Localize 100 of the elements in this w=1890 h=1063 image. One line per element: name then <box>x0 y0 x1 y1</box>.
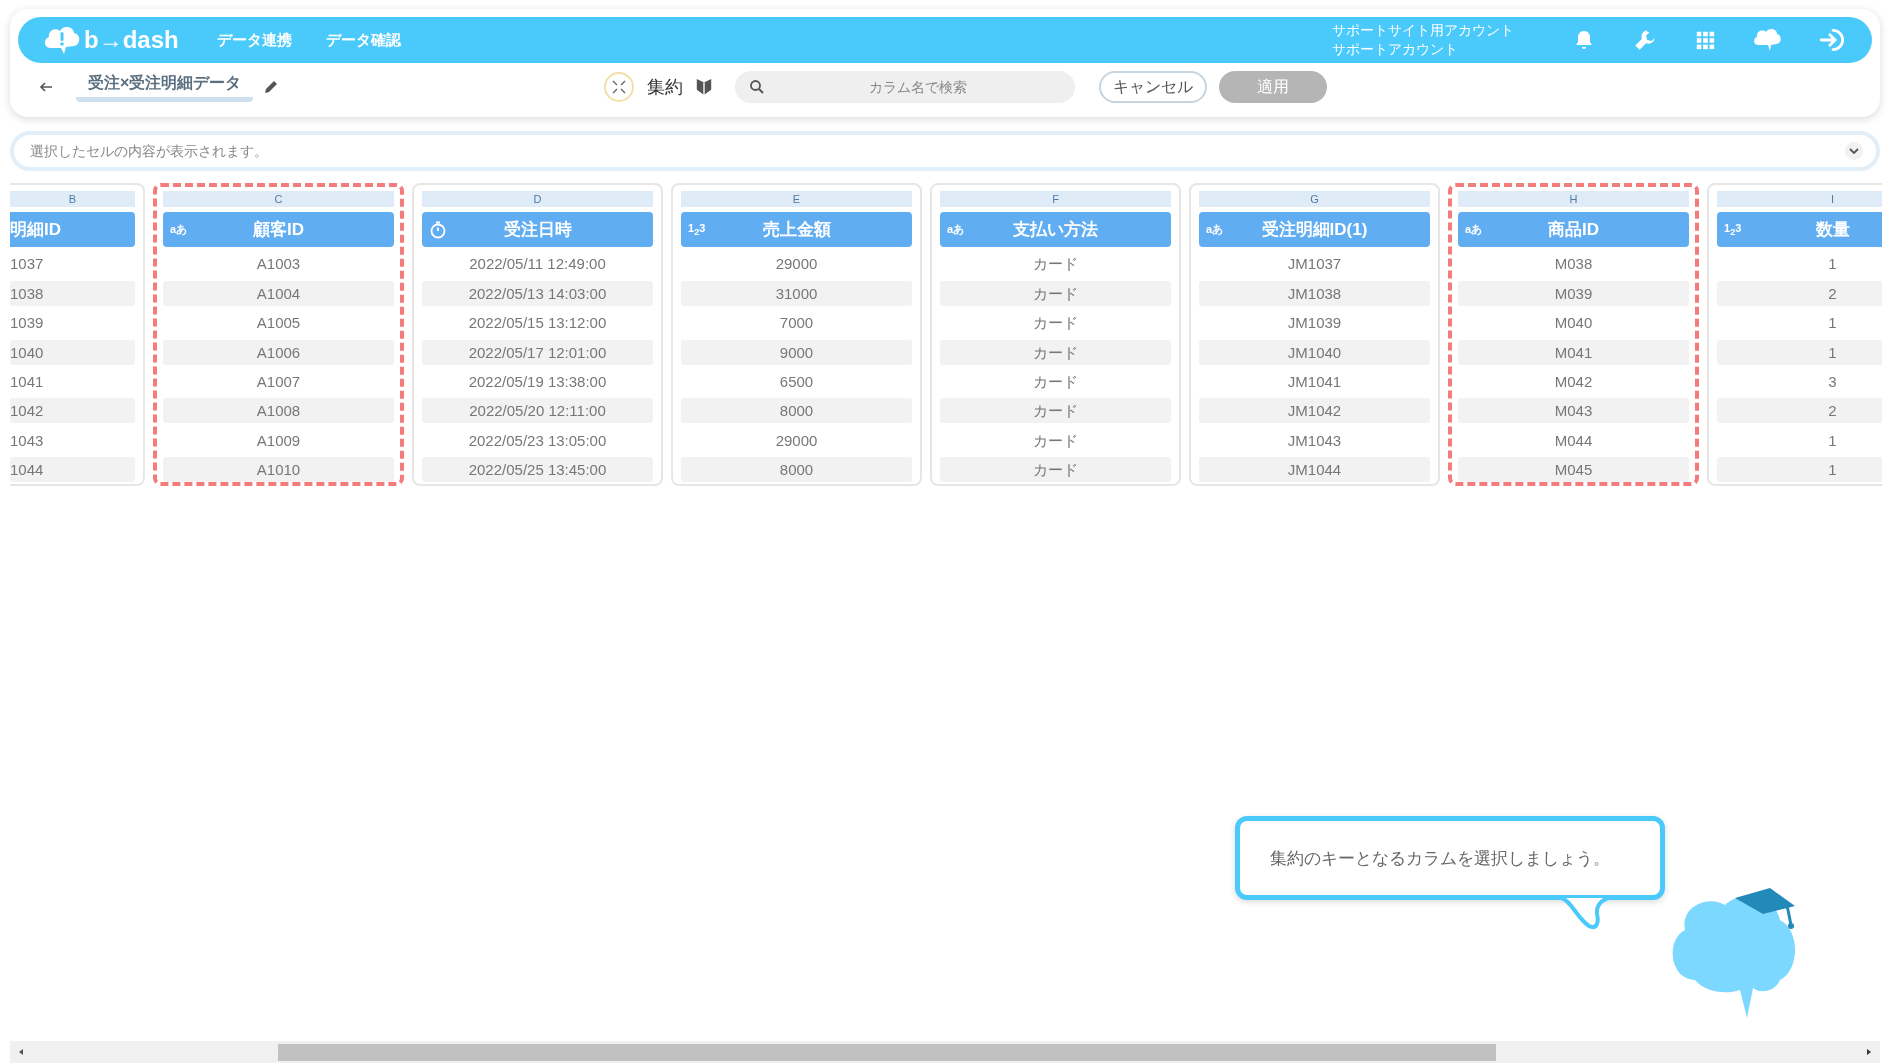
table-cell[interactable]: カード <box>940 427 1171 453</box>
table-cell[interactable]: 1039 <box>10 310 135 336</box>
table-cell[interactable]: JM1037 <box>1199 251 1430 277</box>
table-cell[interactable]: 1 <box>1717 310 1882 336</box>
table-cell[interactable]: カード <box>940 310 1171 336</box>
column-header[interactable]: aあ 商品ID <box>1458 212 1689 247</box>
table-cell[interactable]: 1 <box>1717 457 1882 483</box>
table-cell[interactable]: 2022/05/20 12:11:00 <box>422 398 653 424</box>
column-letter: F <box>940 191 1171 207</box>
table-cell[interactable]: A1006 <box>163 339 394 365</box>
table-cell[interactable]: 2022/05/25 13:45:00 <box>422 457 653 483</box>
horizontal-scrollbar[interactable] <box>10 1041 1880 1063</box>
table-cell[interactable]: 2 <box>1717 280 1882 306</box>
table-cell[interactable]: 1043 <box>10 427 135 453</box>
table-cell[interactable]: A1008 <box>163 398 394 424</box>
table-cell[interactable]: 29000 <box>681 251 912 277</box>
table-cell[interactable]: 8000 <box>681 457 912 483</box>
column-header[interactable]: aあ 支払い方法 <box>940 212 1171 247</box>
column-name: 受注日時 <box>503 219 572 241</box>
table-cell[interactable]: 2 <box>1717 398 1882 424</box>
table-cell[interactable]: 1040 <box>10 339 135 365</box>
table-cell[interactable]: JM1042 <box>1199 398 1430 424</box>
column-card[interactable]: F aあ 支払い方法 カード カード カード カード カード カード カード カード <box>930 183 1181 487</box>
table-cell[interactable]: M043 <box>1458 398 1689 424</box>
column-header[interactable]: 1$_{2}$3 売上金額 <box>681 212 912 247</box>
table-cell[interactable]: 2022/05/19 13:38:00 <box>422 368 653 394</box>
table-cell[interactable]: 1042 <box>10 398 135 424</box>
cancel-button[interactable]: キャンセル <box>1099 71 1207 103</box>
table-cell[interactable]: M044 <box>1458 427 1689 453</box>
table-cell[interactable]: 3 <box>1717 368 1882 394</box>
table-cell[interactable]: M042 <box>1458 368 1689 394</box>
table-cell[interactable]: 1 <box>1717 427 1882 453</box>
table-cell[interactable]: JM1039 <box>1199 310 1430 336</box>
table-cell[interactable]: カード <box>940 339 1171 365</box>
pencil-icon[interactable] <box>263 79 280 95</box>
column-card[interactable]: H aあ 商品ID M038 M039 M040 M041 M042 M043 M044 M045 <box>1448 183 1699 487</box>
table-cell[interactable]: 1037 <box>10 251 135 277</box>
column-letter: E <box>681 191 912 207</box>
table-cell[interactable]: JM1044 <box>1199 457 1430 483</box>
column-name: 数量 <box>1815 219 1850 241</box>
type-mark: aあ <box>170 222 188 237</box>
table-cell[interactable]: M040 <box>1458 310 1689 336</box>
search-field[interactable]: カラム名で検索 <box>735 71 1075 103</box>
table-cell[interactable]: 2022/05/17 12:01:00 <box>422 339 653 365</box>
column-card[interactable]: G aあ 受注明細ID(1) JM1037 JM1038 JM1039 JM1040 JM1041 JM1042 JM1043 JM1044 <box>1189 183 1440 487</box>
table-cell[interactable]: M039 <box>1458 280 1689 306</box>
compress-icon[interactable] <box>603 71 635 103</box>
column-card[interactable]: B 明細ID 1037 1038 1039 1040 1041 1042 1043 1044 <box>10 183 145 487</box>
table-cell[interactable]: 2022/05/15 13:12:00 <box>422 310 653 336</box>
table-cell[interactable]: 1044 <box>10 457 135 483</box>
table-cell[interactable]: カード <box>940 251 1171 277</box>
column-card[interactable]: I 1$_{2}$3 数量 1 2 1 1 3 2 1 1 <box>1707 183 1882 487</box>
column-name: 顧客ID <box>253 219 304 241</box>
table-cell[interactable]: 8000 <box>681 398 912 424</box>
table-cell[interactable]: A1007 <box>163 368 394 394</box>
table-cell[interactable]: JM1043 <box>1199 427 1430 453</box>
table-cell[interactable]: カード <box>940 398 1171 424</box>
column-card[interactable]: C aあ 顧客ID A1003 A1004 A1005 A1006 A1007 A1008 A1009 A1010 <box>153 183 404 487</box>
table-cell[interactable]: 1038 <box>10 280 135 306</box>
column-header[interactable]: 受注日時 <box>422 212 653 247</box>
column-header[interactable]: 明細ID <box>10 212 135 247</box>
table-cell[interactable]: M038 <box>1458 251 1689 277</box>
table-cell[interactable]: M045 <box>1458 457 1689 483</box>
table-cell[interactable]: 1041 <box>10 368 135 394</box>
table-cell[interactable]: 9000 <box>681 339 912 365</box>
table-cell[interactable]: A1005 <box>163 310 394 336</box>
cloud-icon[interactable] <box>1752 27 1782 53</box>
table-cell[interactable]: A1004 <box>163 280 394 306</box>
type-mark: aあ <box>1206 222 1224 237</box>
column-header[interactable]: 1$_{2}$3 数量 <box>1717 212 1882 247</box>
table-cell[interactable]: A1010 <box>163 457 394 483</box>
cell-content-field[interactable]: 選択したセルの内容が表示されます。 <box>10 131 1880 171</box>
table-cell[interactable]: A1003 <box>163 251 394 277</box>
table-cell[interactable]: M041 <box>1458 339 1689 365</box>
dataset-title[interactable]: 受注×受注明細データ <box>76 72 254 102</box>
scroll-thumb[interactable] <box>278 1043 1496 1061</box>
table-cell[interactable]: JM1038 <box>1199 280 1430 306</box>
table-cell[interactable]: カード <box>940 457 1171 483</box>
table-cell[interactable]: 2022/05/23 13:05:00 <box>422 427 653 453</box>
table-cell[interactable]: 6500 <box>681 368 912 394</box>
table-cell[interactable]: A1009 <box>163 427 394 453</box>
table-cell[interactable]: カード <box>940 280 1171 306</box>
grid-icon[interactable] <box>1694 29 1716 51</box>
column-header[interactable]: aあ 受注明細ID(1) <box>1199 212 1430 247</box>
table-cell[interactable]: 7000 <box>681 310 912 336</box>
table-cell[interactable]: 31000 <box>681 280 912 306</box>
wrench-icon[interactable] <box>1632 27 1658 53</box>
table-cell[interactable]: 1 <box>1717 251 1882 277</box>
table-cell[interactable]: JM1040 <box>1199 339 1430 365</box>
column-header[interactable]: aあ 顧客ID <box>163 212 394 247</box>
column-name: 明細ID <box>10 219 61 241</box>
column-card[interactable]: D 受注日時 2022/05/11 12:49:00 2022/05/13 14:03:00 2022/05/15 13:12:00 2022/05/17 12:01:00 2022/05/19 13:38:00 2022/05/20 12:11:00 2022/05/23 13:05:00 2022/05/25 13:45:00 <box>412 183 663 487</box>
column-card[interactable]: E 1$_{2}$3 売上金額 29000 31000 7000 9000 6500 8000 29000 8000 <box>671 183 922 487</box>
table-cell[interactable]: カード <box>940 368 1171 394</box>
table-cell[interactable]: 29000 <box>681 427 912 453</box>
chevron-down-icon[interactable] <box>1844 141 1864 161</box>
table-cell[interactable]: JM1041 <box>1199 368 1430 394</box>
table-cell[interactable]: 2022/05/11 12:49:00 <box>422 251 653 277</box>
table-cell[interactable]: 1 <box>1717 339 1882 365</box>
table-cell[interactable]: 2022/05/13 14:03:00 <box>422 280 653 306</box>
